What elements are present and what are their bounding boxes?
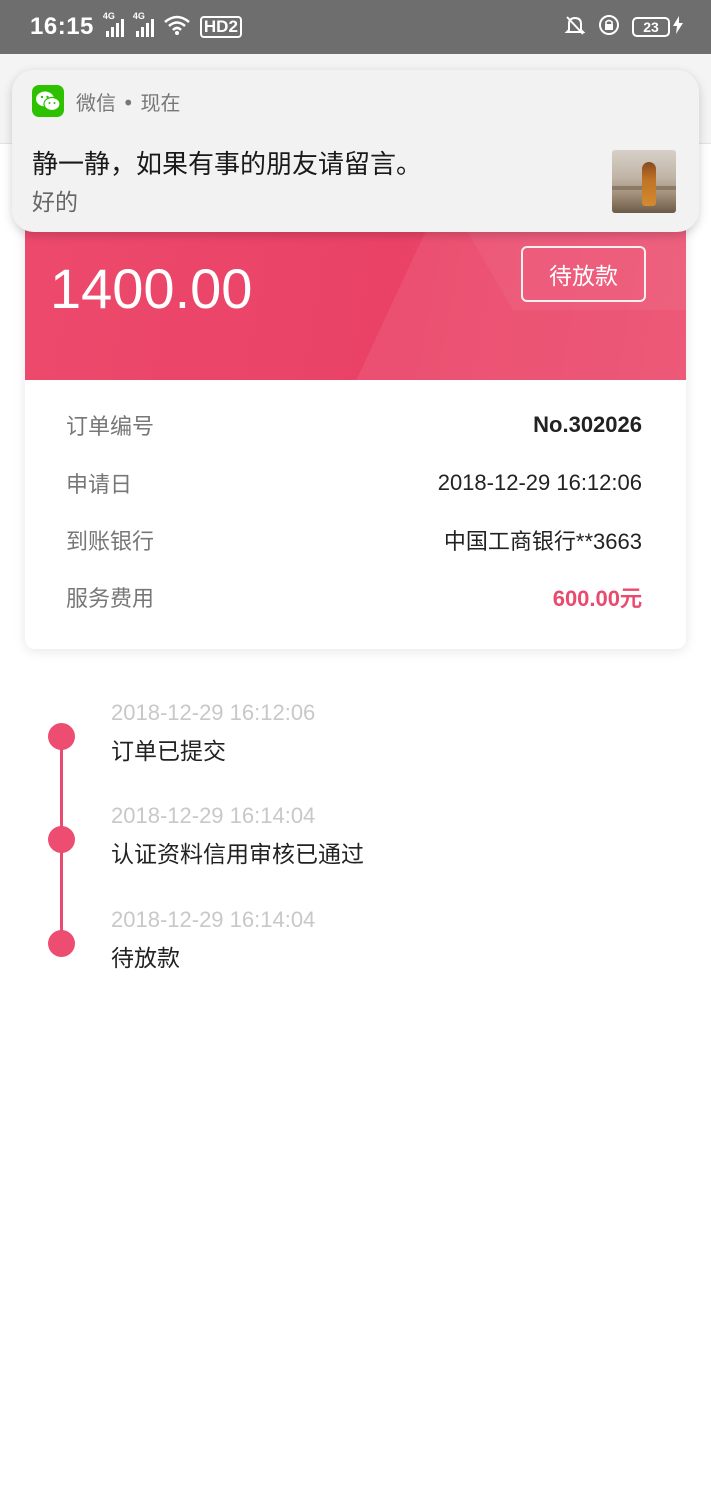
signal-icon: 4G: [133, 11, 154, 37]
alarm-lock-icon: [598, 14, 620, 41]
detail-row-service-fee: 服务费用 600.00元: [66, 577, 642, 617]
timeline-dot: [48, 930, 75, 957]
hd-icon: HD2: [199, 16, 242, 38]
status-bar: 16:15 4G 4G HD2 23: [0, 0, 711, 54]
timeline-dot: [48, 826, 75, 853]
battery-icon: 23: [632, 17, 670, 37]
detail-value: 600.00元: [552, 586, 642, 611]
timeline-time: 2018-12-29 16:14:04: [111, 803, 316, 828]
detail-row-order-number: 订单编号 No.302026: [66, 405, 642, 445]
timeline-time: 2018-12-29 16:12:06: [111, 700, 316, 725]
detail-label: 服务费用: [66, 587, 155, 612]
wechat-notification[interactable]: 微信 • 现在 静一静，如果有事的朋友请留言。 好的: [12, 70, 699, 232]
detail-value: No.302026: [533, 412, 642, 437]
loan-amount: 1400.00: [50, 257, 253, 320]
status-button[interactable]: 待放款: [521, 246, 646, 302]
signal-label: 4G: [102, 11, 115, 21]
bell-off-icon: [564, 14, 586, 41]
notification-body: 好的: [32, 190, 78, 216]
charging-bolt-icon: [673, 15, 683, 39]
timeline-text: 待放款: [111, 946, 180, 972]
timeline-dot: [48, 723, 75, 750]
signal-label: 4G: [132, 11, 145, 21]
timeline-text: 订单已提交: [111, 739, 226, 765]
detail-row-apply-date: 申请日 2018-12-29 16:12:06: [66, 463, 642, 503]
timeline-time: 2018-12-29 16:14:04: [111, 907, 316, 932]
detail-value: 中国工商银行**3663: [443, 529, 642, 554]
detail-value: 2018-12-29 16:12:06: [437, 470, 642, 495]
notification-app-line: 微信 • 现在: [76, 91, 181, 115]
status-time: 16:15: [30, 13, 94, 40]
detail-label: 订单编号: [66, 415, 155, 440]
notification-avatar-image: [612, 150, 676, 213]
wifi-icon: [164, 15, 190, 40]
detail-label: 申请日: [66, 473, 133, 498]
timeline-text: 认证资料信用审核已通过: [111, 842, 364, 868]
wechat-icon: [32, 85, 64, 117]
detail-row-bank: 到账银行 中国工商银行**3663: [66, 520, 642, 560]
notification-title: 静一静，如果有事的朋友请留言。: [32, 150, 423, 180]
signal-icon: 4G: [103, 11, 124, 37]
detail-label: 到账银行: [66, 530, 155, 555]
